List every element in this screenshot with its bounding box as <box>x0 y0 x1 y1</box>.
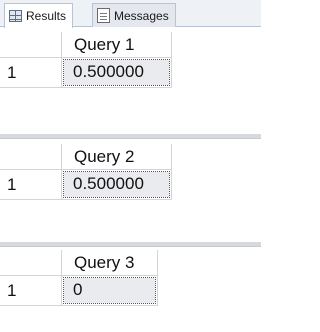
tab-results[interactable]: Results <box>4 3 74 28</box>
cell-value: 0.500000 <box>63 59 170 86</box>
grid-cell[interactable]: 0.500000 <box>62 170 172 200</box>
grid-cell[interactable]: 0 <box>62 276 158 306</box>
results-tab-bar: Results Messages <box>0 0 261 28</box>
tab-results-label: Results <box>26 9 67 23</box>
grid-icon <box>9 10 22 22</box>
grid-corner-header[interactable] <box>0 32 62 58</box>
column-header[interactable]: Query 3 <box>62 250 158 276</box>
column-header[interactable]: Query 1 <box>62 32 172 58</box>
row-header[interactable]: 1 <box>0 170 62 200</box>
grid-cell[interactable]: 0.500000 <box>62 58 172 88</box>
tab-messages[interactable]: Messages <box>92 3 176 27</box>
grid-corner-header[interactable] <box>0 250 62 276</box>
cell-value: 0.500000 <box>63 171 170 198</box>
column-header[interactable]: Query 2 <box>62 144 172 170</box>
tab-messages-label: Messages <box>114 8 169 23</box>
messages-icon <box>97 8 110 23</box>
grid-corner-header[interactable] <box>0 144 62 170</box>
cell-value: 0 <box>63 277 156 304</box>
result-grid-1[interactable]: Query 1 1 0.500000 <box>0 27 261 134</box>
result-grid-3[interactable]: Query 3 1 0 <box>0 246 261 332</box>
result-grid-2[interactable]: Query 2 1 0.500000 <box>0 138 261 242</box>
row-header[interactable]: 1 <box>0 276 62 306</box>
row-header[interactable]: 1 <box>0 58 62 88</box>
